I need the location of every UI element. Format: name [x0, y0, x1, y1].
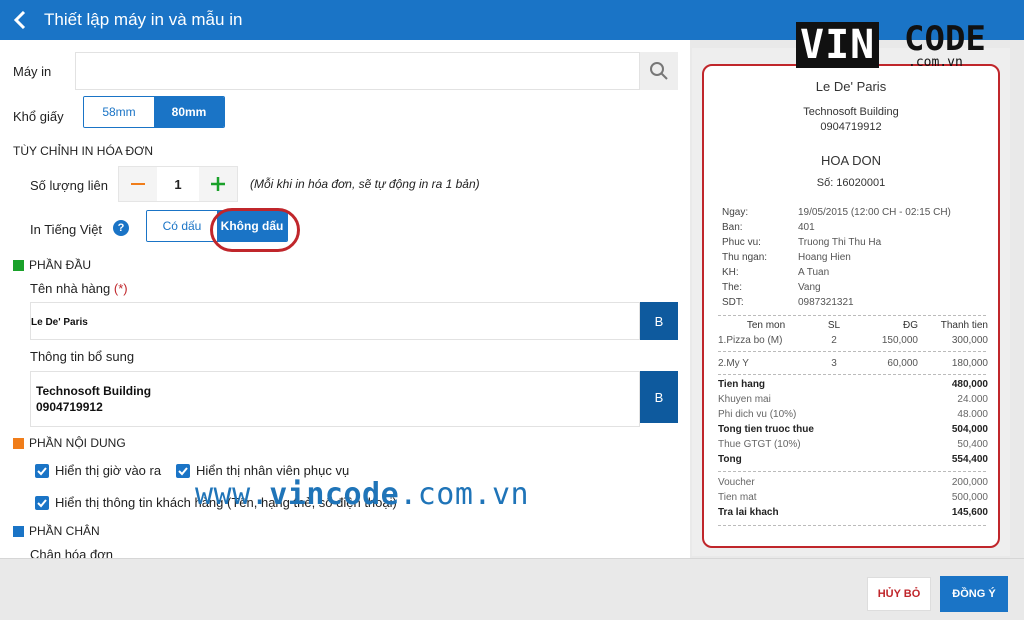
extra-info-line1: Technosoft Building: [36, 384, 152, 398]
checkbox-checked-icon: [176, 463, 190, 478]
header-section-title: PHẦN ĐẦU: [13, 258, 91, 272]
watermark: www.vincode.com.vn: [195, 477, 529, 512]
footer-section-label: PHẦN CHÂN: [29, 524, 100, 538]
check-staff[interactable]: Hiển thị nhân viên phục vụ: [176, 463, 349, 478]
orange-square-icon: [13, 437, 24, 449]
vn-toggle: Có dấu Không dấu: [146, 210, 288, 242]
receipt-payment-row: Tien mat 500,000: [718, 492, 988, 503]
watermark-brand: vincode: [269, 477, 400, 512]
receipt-item-row: 2.My Y 3 60,000 180,000: [718, 358, 988, 369]
footer-section-title: PHẦN CHÂN: [13, 524, 100, 538]
printer-search-button[interactable]: [640, 52, 678, 90]
search-icon: [650, 62, 668, 80]
receipt-info-row: Phuc vu: Truong Thi Thu Ha: [722, 237, 882, 248]
confirm-button[interactable]: ĐỒNG Ý: [940, 576, 1008, 612]
printer-label: Máy in: [13, 64, 52, 79]
receipt-info-row: The: Vang: [722, 282, 821, 293]
receipt-separator: [718, 351, 986, 352]
paper-size-toggle: 58mm 80mm: [83, 96, 225, 128]
watermark-pre: www.: [195, 477, 270, 512]
footer-label: Chân hóa đơn: [30, 547, 113, 558]
check-time-in-out[interactable]: Hiển thị giờ vào ra: [35, 463, 161, 478]
receipt-address: Technosoft Building: [803, 106, 899, 118]
bold-button-extra[interactable]: B: [640, 371, 678, 423]
logo-code: CODE: [904, 19, 986, 59]
vincode-logo: VIN CODE .com.vn: [796, 22, 986, 72]
restaurant-label-text: Tên nhà hàng: [30, 281, 111, 296]
header-section-label: PHẦN ĐẦU: [29, 258, 92, 272]
receipt-name: Le De' Paris: [815, 79, 887, 94]
watermark-post: .com.vn: [399, 477, 530, 512]
receipt-preview-area: Le De' Paris Technosoft Building 0904719…: [692, 48, 1010, 556]
logo-domain: .com.vn: [908, 55, 963, 70]
copies-note: (Mỗi khi in hóa đơn, sẽ tự động in ra 1 …: [250, 177, 480, 191]
receipt-table-header: Ten mon SL ĐG Thanh tien: [746, 320, 988, 331]
extra-info-label: Thông tin bổ sung: [30, 349, 135, 364]
receipt-info-row: KH: A Tuan: [722, 267, 830, 278]
preview-panel: Le De' Paris Technosoft Building 0904719…: [690, 40, 1024, 558]
receipt-payment-row: Voucher 200,000: [718, 477, 988, 488]
receipt-summary-row: Tong 554,400: [718, 454, 988, 465]
receipt-separator: [718, 315, 986, 316]
content-section-label: PHẦN NỘI DUNG: [29, 436, 126, 450]
receipt-doc-title: HOA DON: [821, 153, 881, 168]
content-section-title: PHẦN NỘI DUNG: [13, 436, 126, 450]
cancel-button[interactable]: HỦY BỎ: [867, 577, 931, 611]
copies-stepper: 1: [118, 166, 238, 202]
logo-vin: VIN: [796, 22, 880, 68]
blue-square-icon: [13, 525, 24, 537]
extra-info-line2: 0904719912: [36, 400, 103, 414]
receipt-info-row: SDT: 0987321321: [722, 297, 854, 308]
vn-khong-dau-option[interactable]: Không dấu: [217, 211, 287, 241]
receipt-separator: [718, 374, 986, 375]
green-square-icon: [13, 259, 24, 271]
help-icon[interactable]: ?: [113, 220, 129, 236]
checkbox-checked-icon: [35, 463, 49, 478]
minus-icon: [131, 183, 145, 185]
plus-icon: [211, 177, 225, 191]
checkbox-checked-icon: [35, 495, 49, 510]
increment-button[interactable]: [199, 167, 237, 201]
bold-button-restaurant[interactable]: B: [640, 302, 678, 340]
paper-58mm-option[interactable]: 58mm: [84, 97, 154, 127]
customize-title: TÙY CHỈNH IN HÓA ĐƠN: [13, 144, 154, 158]
receipt-summary-row: Tien hang 480,000: [718, 379, 988, 390]
paper-label: Khổ giấy: [13, 109, 64, 124]
extra-info-field[interactable]: [30, 371, 640, 427]
receipt-phone: 0904719912: [820, 121, 882, 133]
receipt-number: Số: 16020001: [816, 177, 886, 189]
receipt-info-row: Thu ngan: Hoang Hien: [722, 252, 851, 263]
receipt-separator: [718, 471, 986, 472]
receipt-summary-row: Tong tien truoc thue 504,000: [718, 424, 988, 435]
decrement-button[interactable]: [119, 167, 157, 201]
receipt-payment-row: Tra lai khach 145,600: [718, 507, 988, 518]
chevron-left-icon: [13, 11, 26, 29]
vn-label: In Tiếng Việt: [30, 222, 103, 237]
receipt-summary-row: Phi dich vu (10%) 48.000: [718, 409, 988, 420]
receipt-summary-row: Khuyen mai 24.000: [718, 394, 988, 405]
receipt-summary-row: Thue GTGT (10%) 50,400: [718, 439, 988, 450]
check-label: Hiển thị nhân viên phục vụ: [196, 463, 350, 478]
paper-80mm-option[interactable]: 80mm: [154, 97, 224, 127]
copies-label: Số lượng liên: [30, 178, 108, 193]
receipt-info-row: Ban: 401: [722, 222, 815, 233]
check-label: Hiển thị giờ vào ra: [55, 463, 162, 478]
receipt-item-row: 1.Pizza bo (M) 2 150,000 300,000: [718, 335, 988, 346]
required-mark: (*): [113, 281, 128, 296]
copies-value[interactable]: 1: [157, 167, 199, 201]
action-bar: HỦY BỎ ĐỒNG Ý: [0, 558, 1024, 620]
back-button[interactable]: [0, 0, 40, 40]
page-title: Thiết lập máy in và mẫu in: [44, 10, 243, 29]
restaurant-name-value: Le De' Paris: [31, 317, 88, 328]
receipt-info-row: Ngay: 19/05/2015 (12:00 CH - 02:15 CH): [722, 207, 951, 218]
receipt-preview: Le De' Paris Technosoft Building 0904719…: [702, 64, 1000, 548]
restaurant-name-field[interactable]: [30, 302, 640, 340]
receipt-separator: [718, 525, 986, 526]
printer-input[interactable]: [75, 52, 640, 90]
restaurant-label: Tên nhà hàng (*): [30, 281, 128, 296]
vn-co-dau-option[interactable]: Có dấu: [147, 211, 217, 241]
